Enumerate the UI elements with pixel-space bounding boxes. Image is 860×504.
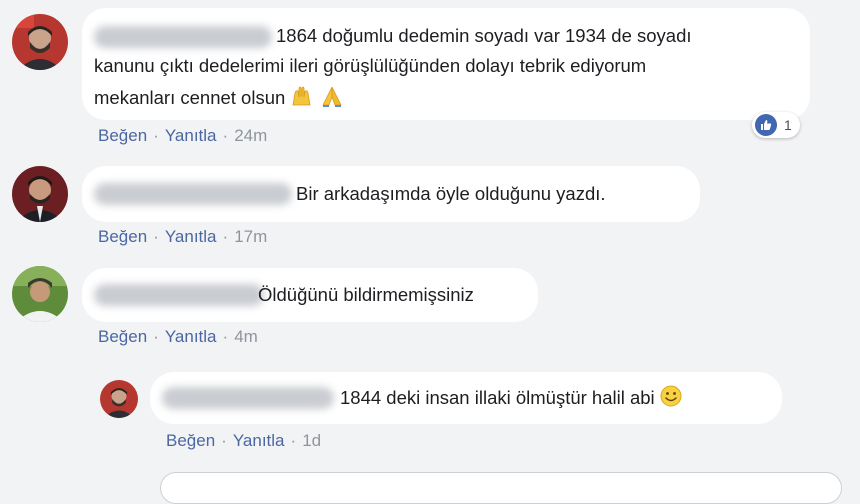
reply-input[interactable] xyxy=(160,472,842,504)
comment-time[interactable]: 24m xyxy=(234,126,267,145)
comment-text: Bir arkadaşımda öyle olduğunu yazdı. xyxy=(296,183,606,204)
like-link[interactable]: Beğen xyxy=(98,327,147,346)
like-reaction-icon xyxy=(755,114,777,136)
like-link[interactable]: Beğen xyxy=(98,227,147,246)
avatar[interactable] xyxy=(12,266,68,322)
reaction-badge[interactable]: 1 xyxy=(752,112,800,138)
reply-bubble: 1844 deki insan illaki ölmüştür halil ab… xyxy=(150,372,782,424)
reply-text-label: 1844 deki insan illaki ölmüştür halil ab… xyxy=(340,387,655,408)
like-link[interactable]: Beğen xyxy=(98,126,147,145)
comment-text: Öldüğünü bildirmemişsiniz xyxy=(258,284,474,305)
reply-text: 1844 deki insan illaki ölmüştür halil ab… xyxy=(340,384,682,414)
comment-time[interactable]: 17m xyxy=(234,227,267,246)
reply-actions: Beğen · Yanıtla · 1d xyxy=(166,431,322,450)
folded-hands-icon xyxy=(320,85,344,114)
comment-actions: Beğen · Yanıtla · 17m xyxy=(98,227,268,246)
comment-bubble: 1864 doğumlu dedemin soyadı var 1934 de … xyxy=(82,8,810,120)
smiley-icon xyxy=(660,385,682,414)
avatar[interactable] xyxy=(100,380,138,418)
comment-bubble: Öldüğünü bildirmemişsiniz xyxy=(82,268,538,322)
commenter-name-blurred[interactable] xyxy=(94,284,264,306)
comment-text-line3-label: mekanları cennet olsun xyxy=(94,87,286,108)
reply-link[interactable]: Yanıtla xyxy=(165,126,217,145)
reply-link[interactable]: Yanıtla xyxy=(233,431,285,450)
commenter-name-blurred[interactable] xyxy=(94,183,292,205)
reaction-count: 1 xyxy=(784,117,792,133)
comment-text-line3: mekanları cennet olsun xyxy=(94,84,344,114)
commenter-name-blurred[interactable] xyxy=(94,26,272,48)
like-link[interactable]: Beğen xyxy=(166,431,215,450)
reply-time[interactable]: 1d xyxy=(302,431,321,450)
avatar[interactable] xyxy=(12,166,68,222)
comment-actions: Beğen · Yanıtla · 4m xyxy=(98,327,258,346)
comment-time[interactable]: 4m xyxy=(234,327,258,346)
avatar[interactable] xyxy=(12,14,68,70)
commenter-name-blurred[interactable] xyxy=(162,387,334,409)
comment-bubble: Bir arkadaşımda öyle olduğunu yazdı. xyxy=(82,166,700,222)
raised-hands-icon xyxy=(290,85,314,114)
comment-actions: Beğen · Yanıtla · 24m xyxy=(98,126,268,145)
comment-text-line1: 1864 doğumlu dedemin soyadı var 1934 de … xyxy=(276,25,692,46)
comment-text-line2: kanunu çıktı dedelerimi ileri görüşlülüğ… xyxy=(94,55,647,76)
reply-link[interactable]: Yanıtla xyxy=(165,327,217,346)
reply-link[interactable]: Yanıtla xyxy=(165,227,217,246)
